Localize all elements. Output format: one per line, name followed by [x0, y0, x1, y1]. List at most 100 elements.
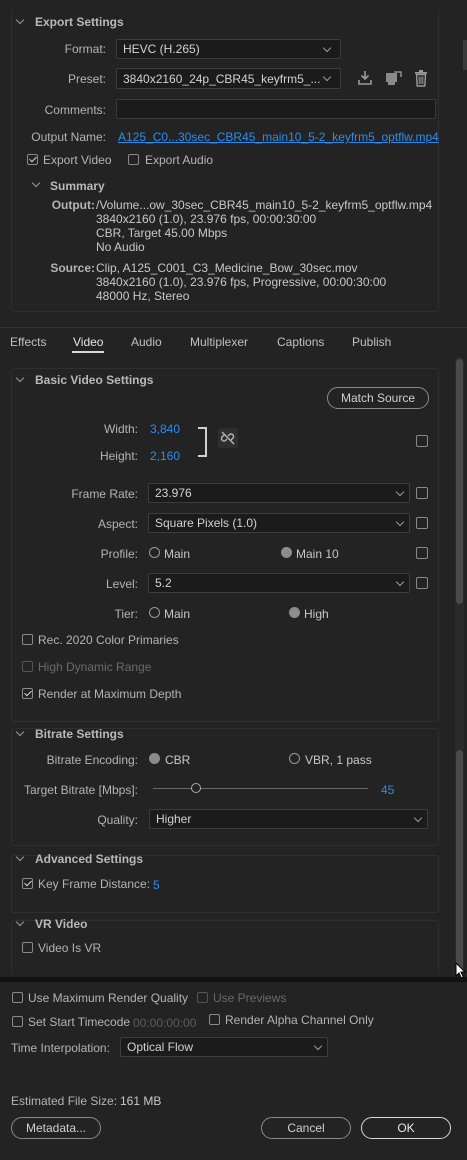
time-interpolation-dropdown[interactable]: Optical Flow [120, 1037, 328, 1057]
max-render-label: Use Maximum Render Quality [28, 991, 189, 1005]
save-preset-icon[interactable] [385, 70, 402, 86]
profile-main-label: Main [164, 547, 191, 561]
hdr-label: High Dynamic Range [38, 660, 152, 674]
aspect-match-checkbox[interactable] [416, 517, 428, 529]
file-size-value: 161 MB [120, 1094, 162, 1108]
tab-captions[interactable]: Captions [277, 335, 324, 349]
keyframe-label: Key Frame Distance: [38, 877, 151, 891]
cancel-button[interactable]: Cancel [261, 1117, 351, 1139]
aspect-dropdown[interactable]: Square Pixels (1.0) [148, 513, 410, 533]
summary-source-line: Clip, A125_C001_C3_Medicine_Bow_30sec.mo… [96, 261, 358, 275]
width-value[interactable]: 3,840 [150, 422, 180, 436]
max-depth-label: Render at Maximum Depth [38, 687, 182, 701]
level-dropdown[interactable]: 5.2 [148, 573, 410, 593]
output-name-link[interactable]: A125_C0...30sec_CBR45_main10_5-2_keyfrm5… [118, 130, 439, 144]
tier-main-label: Main [164, 607, 191, 621]
rec2020-checkbox[interactable] [22, 634, 33, 645]
file-size-label: Estimated File Size: [11, 1094, 118, 1108]
delete-preset-icon[interactable] [414, 70, 428, 87]
export-video-label: Export Video [43, 153, 112, 167]
vr-label: Video Is VR [38, 941, 102, 955]
previews-label: Use Previews [213, 991, 287, 1005]
keyframe-value[interactable]: 5 [153, 878, 160, 892]
summary-source-line: 3840x2160 (1.0), 23.976 fps, Progressive… [96, 275, 387, 289]
comments-field[interactable] [116, 99, 436, 119]
scrollbar-thumb[interactable] [456, 359, 463, 604]
max-depth-checkbox[interactable] [22, 688, 33, 699]
preset-label: Preset: [67, 72, 106, 86]
constrain-proportions-toggle[interactable] [218, 428, 238, 448]
frame-rate-match-checkbox[interactable] [416, 487, 428, 499]
level-label: Level: [105, 577, 138, 591]
target-bitrate-slider[interactable] [153, 782, 368, 796]
tier-high-label: High [304, 607, 329, 621]
quality-dropdown[interactable]: Higher [149, 809, 428, 829]
window-edge-icon [463, 40, 467, 70]
export-settings-header: Export Settings [35, 15, 124, 29]
profile-main-radio[interactable] [149, 547, 160, 558]
bitrate-header: Bitrate Settings [35, 727, 124, 741]
summary-output-line: CBR, Target 45.00 Mbps [96, 226, 228, 240]
encoding-vbr-label: VBR, 1 pass [305, 753, 372, 767]
max-render-checkbox[interactable] [12, 992, 23, 1003]
hdr-checkbox [22, 661, 33, 672]
tab-video[interactable]: Video [73, 335, 103, 349]
summary-source-line: 48000 Hz, Stereo [96, 289, 190, 303]
ok-button[interactable]: OK [361, 1117, 451, 1139]
encoding-cbr-radio[interactable] [149, 753, 160, 764]
preset-value: 3840x2160_24p_CBR45_keyfrm5_... [123, 71, 321, 86]
height-label: Height: [99, 449, 138, 463]
quality-value: Higher [156, 812, 192, 826]
chevron-down-icon [395, 577, 405, 586]
chevron-down-icon [322, 72, 332, 82]
tab-publish[interactable]: Publish [352, 335, 391, 349]
tab-audio[interactable]: Audio [131, 335, 162, 349]
tab-effects[interactable]: Effects [10, 335, 46, 349]
frame-rate-value: 23.976 [155, 486, 192, 500]
format-dropdown[interactable]: HEVC (H.265) [116, 39, 341, 59]
summary-source-label: Source: [50, 261, 95, 275]
profile-match-checkbox[interactable] [416, 547, 428, 559]
time-interpolation-label: Time Interpolation: [11, 1041, 110, 1055]
preset-dropdown[interactable]: 3840x2160_24p_CBR45_keyfrm5_... [116, 68, 341, 89]
slider-thumb[interactable] [191, 783, 201, 793]
tier-main-radio[interactable] [149, 607, 160, 618]
import-preset-icon[interactable] [357, 70, 373, 86]
summary-output-line: 3840x2160 (1.0), 23.976 fps, 00:00:30:00 [96, 212, 317, 226]
quality-label: Quality: [97, 813, 138, 827]
alpha-channel-checkbox[interactable] [209, 1014, 220, 1025]
start-timecode-value: 00:00:00:00 [133, 1016, 197, 1030]
chevron-down-icon [395, 517, 405, 526]
output-name-label: Output Name: [31, 130, 106, 144]
summary-output-line: /Volume...ow_30sec_CBR45_main10_5-2_keyf… [96, 198, 433, 212]
target-bitrate-value[interactable]: 45 [381, 783, 394, 797]
profile-label: Profile: [100, 547, 138, 561]
time-interpolation-value: Optical Flow [127, 1040, 194, 1054]
level-match-checkbox[interactable] [416, 577, 428, 589]
export-video-checkbox[interactable] [27, 154, 38, 165]
start-timecode-checkbox[interactable] [12, 1016, 23, 1027]
height-value[interactable]: 2,160 [150, 449, 180, 463]
profile-main10-radio[interactable] [281, 547, 292, 558]
tab-multiplexer[interactable]: Multiplexer [190, 335, 248, 349]
summary-output-line: No Audio [96, 240, 145, 254]
match-source-button[interactable]: Match Source [327, 387, 429, 409]
tier-label: Tier: [114, 607, 138, 621]
summary-output-label: Output: [51, 198, 95, 212]
alpha-channel-label: Render Alpha Channel Only [225, 1013, 374, 1027]
previews-checkbox [197, 992, 208, 1003]
export-audio-checkbox[interactable] [128, 154, 139, 165]
keyframe-checkbox[interactable] [22, 878, 33, 889]
frame-rate-dropdown[interactable]: 23.976 [148, 483, 410, 503]
width-height-match-checkbox[interactable] [416, 435, 428, 447]
metadata-button[interactable]: Metadata... [11, 1117, 101, 1139]
link-bracket-icon [198, 427, 207, 457]
comments-label: Comments: [44, 103, 106, 117]
export-audio-label: Export Audio [145, 153, 214, 167]
encoding-vbr-radio[interactable] [289, 753, 300, 764]
bottom-divider [0, 977, 467, 982]
bitrate-encoding-label: Bitrate Encoding: [46, 753, 138, 767]
vr-checkbox[interactable] [22, 942, 33, 953]
scrollbar-thumb-lower[interactable] [456, 750, 463, 972]
tier-high-radio[interactable] [289, 607, 300, 618]
